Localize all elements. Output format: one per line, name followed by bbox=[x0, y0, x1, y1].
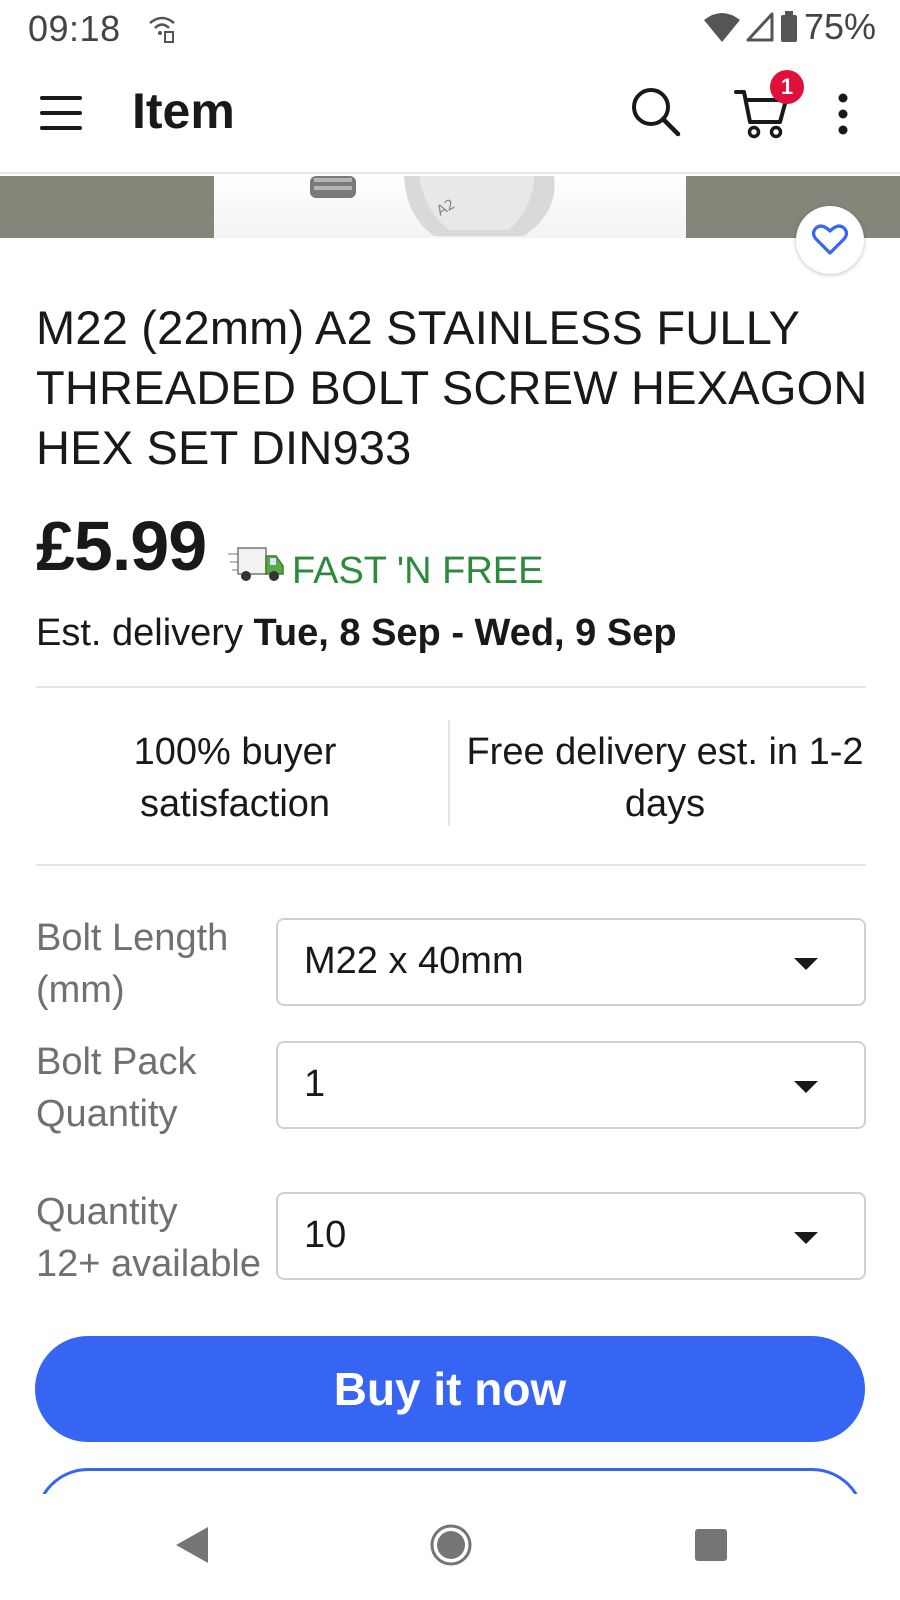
buyer-satisfaction: 100% buyer satisfaction bbox=[133, 731, 337, 825]
product-image[interactable]: A2 bbox=[214, 176, 686, 238]
cart-count-badge: 1 bbox=[770, 70, 804, 104]
delivery-truck-icon bbox=[228, 547, 284, 581]
caret-down-icon bbox=[794, 958, 818, 970]
divider bbox=[36, 686, 866, 688]
est-delivery-prefix: Est. delivery bbox=[36, 612, 254, 654]
quantity-available: 12+ available bbox=[36, 1243, 262, 1285]
trust-separator bbox=[448, 720, 450, 826]
app-bar: Item 1 bbox=[0, 56, 900, 174]
estimated-delivery: Est. delivery Tue, 8 Sep - Wed, 9 Sep bbox=[36, 612, 677, 655]
product-image-carousel[interactable]: A2 bbox=[0, 176, 900, 238]
caret-down-icon bbox=[794, 1232, 818, 1244]
home-icon[interactable] bbox=[430, 1524, 472, 1566]
menu-icon[interactable] bbox=[38, 90, 84, 136]
image-background-left bbox=[0, 176, 214, 238]
battery-icon bbox=[780, 11, 797, 42]
bolt-length-value: M22 x 40mm bbox=[304, 940, 524, 982]
divider bbox=[36, 864, 866, 866]
item-price: £5.99 bbox=[36, 507, 207, 585]
status-icons: 75% bbox=[703, 6, 876, 48]
recents-icon[interactable] bbox=[694, 1528, 728, 1562]
more-vert-icon[interactable] bbox=[836, 92, 850, 136]
item-title: M22 (22mm) A2 STAINLESS FULLY THREADED B… bbox=[36, 301, 868, 474]
image-background-right bbox=[686, 176, 900, 238]
buy-it-now-button[interactable]: Buy it now bbox=[35, 1336, 865, 1442]
heart-icon bbox=[812, 224, 848, 255]
search-icon[interactable] bbox=[628, 84, 682, 138]
battery-percent: 75% bbox=[803, 6, 876, 47]
wifi-hotspot-icon bbox=[149, 16, 175, 43]
pack-quantity-value: 1 bbox=[304, 1063, 326, 1105]
free-delivery-estimate: Free delivery est. in 1-2 days bbox=[466, 731, 864, 825]
watch-button[interactable] bbox=[796, 206, 864, 274]
caret-down-icon bbox=[794, 1081, 818, 1093]
wifi-icon bbox=[703, 13, 740, 42]
page-title: Item bbox=[132, 83, 235, 139]
bolt-photo-icon: A2 bbox=[310, 176, 555, 236]
pack-quantity-select[interactable]: 1 bbox=[276, 1041, 866, 1129]
quantity-value: 10 bbox=[304, 1214, 347, 1256]
back-icon[interactable] bbox=[172, 1524, 212, 1566]
system-nav-bar bbox=[0, 1494, 900, 1600]
bolt-length-select[interactable]: M22 x 40mm bbox=[276, 918, 866, 1006]
quantity-label: Quantity bbox=[36, 1191, 178, 1233]
status-bar: 09:18 75% bbox=[0, 0, 900, 54]
shipping-label: FAST 'N FREE bbox=[292, 550, 544, 592]
signal-icon bbox=[746, 12, 774, 42]
quantity-select[interactable]: 10 bbox=[276, 1192, 866, 1280]
est-delivery-dates: Tue, 8 Sep - Wed, 9 Sep bbox=[253, 612, 677, 654]
pack-quantity-label: Bolt Pack Quantity bbox=[36, 1041, 197, 1135]
bolt-length-label: Bolt Length (mm) bbox=[36, 917, 229, 1011]
status-time: 09:18 bbox=[28, 8, 121, 49]
